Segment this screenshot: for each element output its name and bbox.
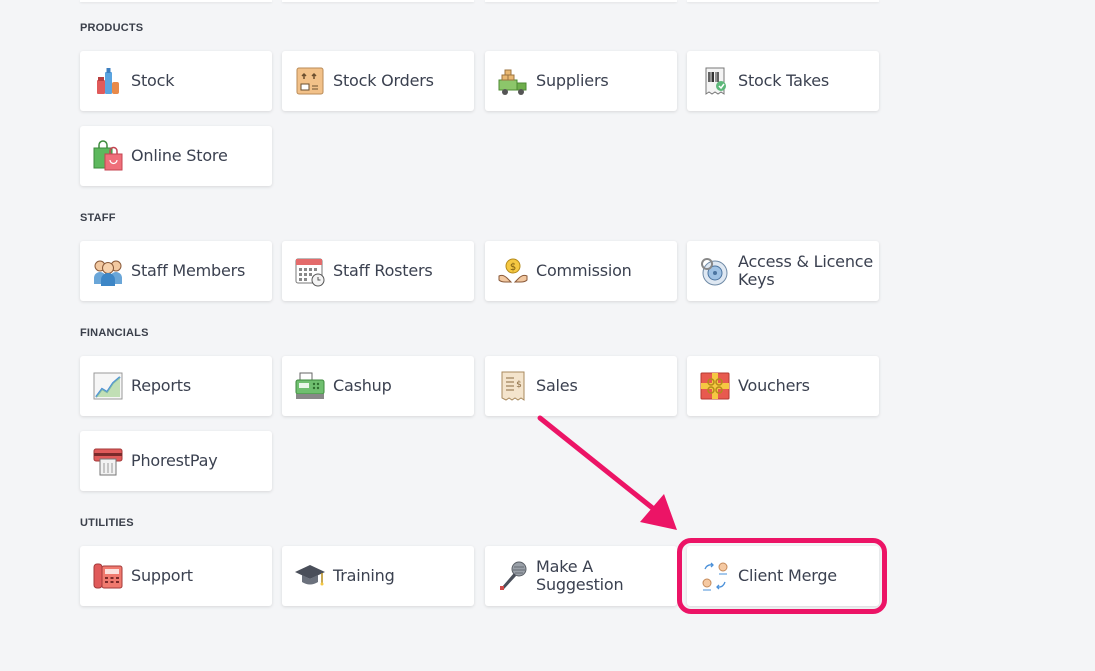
pointer-arrow-icon (537, 415, 677, 530)
settings-page: PRODUCTS Stock Stock Orders Suppliers St… (0, 0, 1095, 671)
